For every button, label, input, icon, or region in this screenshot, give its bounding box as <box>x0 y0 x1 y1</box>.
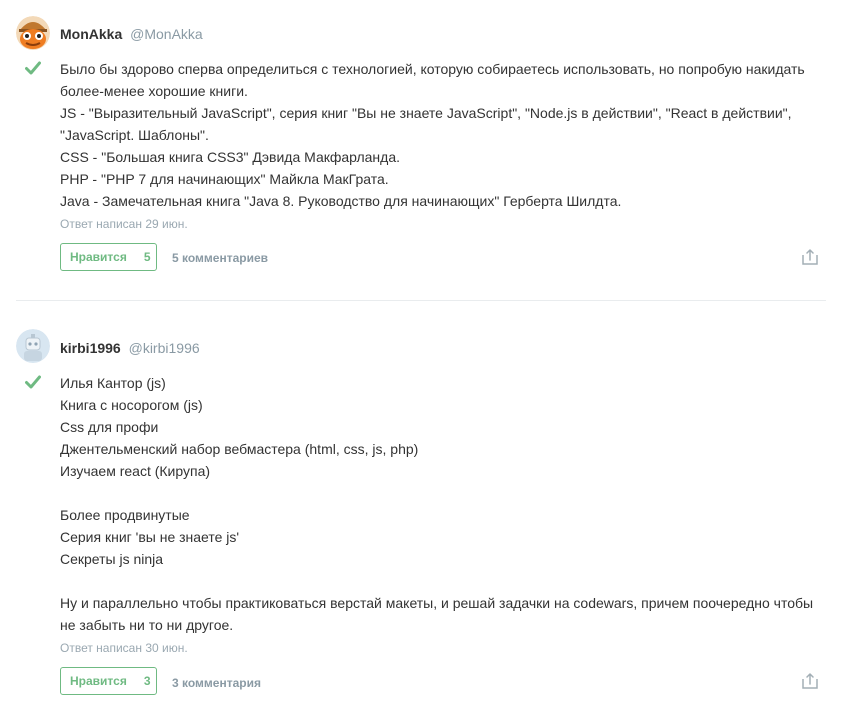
content-line: Java - Замечательная книга "Java 8. Руко… <box>60 193 622 209</box>
content-line: Более продвинутые <box>60 507 190 523</box>
comments-link[interactable]: 3 комментария <box>172 676 261 690</box>
content-line: Css для профи <box>60 419 159 435</box>
author-info: kirbi1996 @kirbi1996 <box>60 339 200 357</box>
author-name[interactable]: MonAkka <box>60 26 122 42</box>
like-count: 5 <box>143 250 151 264</box>
content-line <box>60 482 820 504</box>
like-count: 3 <box>143 674 151 688</box>
answer-content: Было бы здорово сперва определиться с те… <box>60 58 820 212</box>
robot-avatar-icon[interactable] <box>16 329 50 363</box>
like-label: Нравится <box>70 250 127 264</box>
author-info: MonAkka @MonAkka <box>60 25 203 43</box>
content-line: не забыть ни то ни другое. <box>60 617 234 633</box>
author-name[interactable]: kirbi1996 <box>60 340 121 356</box>
content-line: Было бы здорово сперва определиться с те… <box>60 61 805 77</box>
author-handle[interactable]: @kirbi1996 <box>129 340 200 356</box>
like-label: Нравится <box>70 674 127 688</box>
comments-link[interactable]: 5 комментариев <box>172 251 268 265</box>
share-icon[interactable] <box>801 672 819 690</box>
content-line: "JavaScript. Шаблоны". <box>60 127 209 143</box>
content-line: Секреты js ninja <box>60 551 164 567</box>
content-line <box>60 570 820 592</box>
answer-content: Илья Кантор (js) Книга с носорогом (js) … <box>60 372 820 636</box>
content-line: Книга с носорогом (js) <box>60 397 203 413</box>
content-line: Серия книг 'вы не знаете js' <box>60 529 240 545</box>
content-line: Илья Кантор (js) <box>60 375 166 391</box>
content-line: Изучаем react (Кирупа) <box>60 463 211 479</box>
content-line: Джентельменский набор вебмастера (html, … <box>60 441 419 457</box>
checkmark-icon <box>25 61 41 75</box>
content-line: более-менее хорошие книги. <box>60 83 248 99</box>
like-button[interactable]: Нравится 3 <box>60 667 157 695</box>
content-line: CSS - "Большая книга CSS3" Дэвида Макфар… <box>60 149 400 165</box>
answer-divider <box>16 300 826 301</box>
content-line: Ну и параллельно чтобы практиковаться ве… <box>60 595 814 611</box>
orange-cartoon-avatar-icon[interactable] <box>16 16 50 50</box>
answer-date: Ответ написан 30 июн. <box>60 641 188 655</box>
answer-date: Ответ написан 29 июн. <box>60 217 188 231</box>
like-button[interactable]: Нравится 5 <box>60 243 157 271</box>
share-icon[interactable] <box>801 248 819 266</box>
author-handle[interactable]: @MonAkka <box>130 26 203 42</box>
content-line: PHP - "PHP 7 для начинающих" Майкла МакГ… <box>60 171 389 187</box>
checkmark-icon <box>25 375 41 389</box>
content-line: JS - "Выразительный JavaScript", серия к… <box>60 105 792 121</box>
